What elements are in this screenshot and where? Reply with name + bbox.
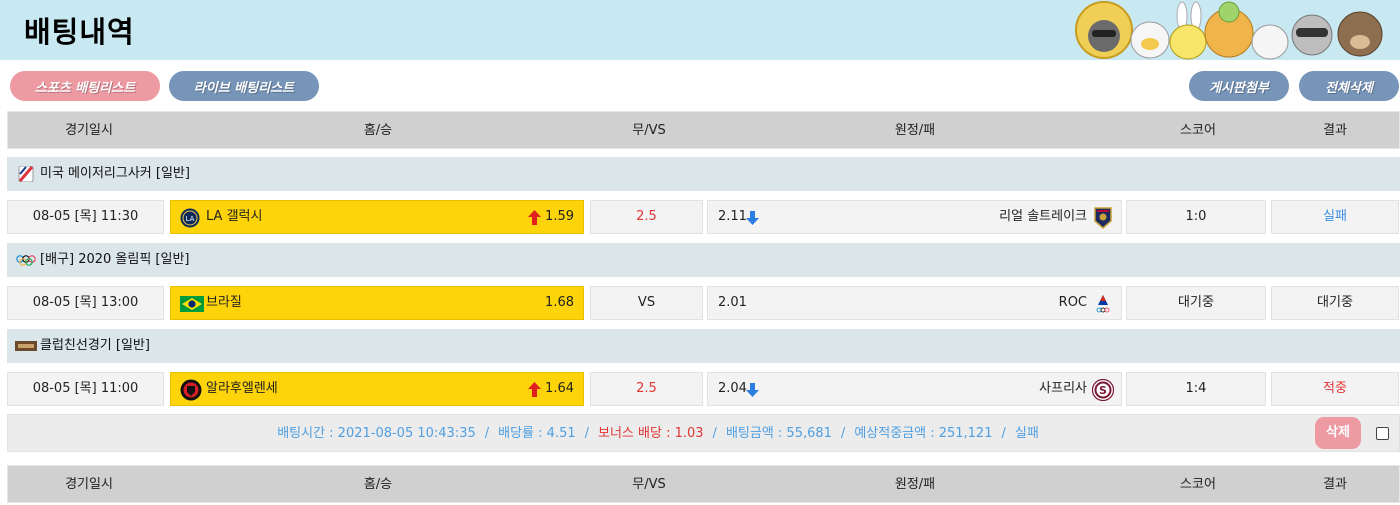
home-odds: 1.68 (545, 295, 574, 310)
table-header: 경기일시 홈/승 무/VS 원정/패 스코어 결과 (7, 111, 1400, 149)
saprissa-logo-icon: S (1092, 379, 1114, 401)
up-arrow-icon (528, 382, 541, 397)
draw-odds[interactable]: 2.5 (590, 200, 703, 234)
table-header: 경기일시 홈/승 무/VS 원정/패 스코어 결과 (7, 465, 1400, 503)
league-name: 미국 메이저리그사커 [일반] (40, 166, 190, 181)
away-odds-cell[interactable]: 2.01 ROC (707, 286, 1122, 320)
bet-amount: 배팅금액 : 55,681 (725, 426, 832, 441)
brazil-flag-icon (180, 296, 204, 312)
live-bet-list-tab[interactable]: 라이브 배팅리스트 (169, 71, 319, 101)
down-arrow-icon (746, 211, 759, 225)
column-away: 원정/패 (894, 477, 936, 492)
summary-separator: / (840, 426, 846, 441)
draw-odds[interactable]: VS (590, 286, 703, 320)
away-team-name: 리얼 솔트레이크 (999, 209, 1087, 224)
column-result: 결과 (1323, 123, 1347, 138)
column-score: 스코어 (1180, 477, 1216, 492)
away-odds: 2.04 (718, 381, 747, 396)
page-header: 배팅내역 (0, 0, 1400, 60)
bet-row: 08-05 [목] 11:00 알라후엘렌세 1.64 2.5 2.04 사프리… (7, 372, 1400, 406)
summary-separator: / (1001, 426, 1006, 441)
column-date: 경기일시 (65, 123, 113, 138)
score: 1:0 (1126, 200, 1266, 234)
bonus-odds: 보너스 배당 : 1.03 (598, 426, 704, 441)
away-team-name: 사프리사 (1039, 381, 1087, 396)
club-friendly-icon (15, 341, 37, 351)
league-name: [배구] 2020 올림픽 [일반] (40, 252, 190, 267)
draw-odds[interactable]: 2.5 (590, 372, 703, 406)
column-home: 홈/승 (363, 123, 393, 138)
mls-icon (18, 166, 34, 182)
result: 적중 (1271, 372, 1399, 406)
home-odds-cell[interactable]: LA LA 갤럭시 1.59 (170, 200, 584, 234)
column-draw: 무/VS (632, 123, 666, 138)
home-team-name: 브라질 (206, 295, 242, 310)
result: 실패 (1271, 200, 1399, 234)
olympic-rings-icon (16, 255, 36, 266)
result: 대기중 (1271, 286, 1399, 320)
away-odds: 2.11 (718, 209, 747, 224)
column-home: 홈/승 (363, 477, 393, 492)
attach-to-board-button[interactable]: 게시판첨부 (1189, 71, 1289, 101)
league-header: 클럽친선경기 [일반] (7, 329, 1400, 363)
svg-text:LA: LA (186, 215, 195, 223)
down-arrow-icon (746, 383, 759, 397)
home-team-name: LA 갤럭시 (206, 209, 263, 224)
home-odds-cell[interactable]: 브라질 1.68 (170, 286, 584, 320)
delete-button[interactable]: 삭제 (1315, 417, 1361, 449)
summary-separator: / (484, 426, 490, 441)
away-team-name: ROC (1058, 295, 1087, 310)
match-date: 08-05 [목] 11:00 (7, 372, 164, 406)
league-header: 미국 메이저리그사커 [일반] (7, 157, 1400, 191)
delete-all-button[interactable]: 전체삭제 (1299, 71, 1399, 101)
league-name: 클럽친선경기 [일반] (40, 338, 150, 353)
home-odds: 1.64 (545, 381, 574, 396)
up-arrow-icon (528, 210, 541, 225)
away-odds-cell[interactable]: 2.04 사프리사 S (707, 372, 1122, 406)
league-header: [배구] 2020 올림픽 [일반] (7, 243, 1400, 277)
home-team-name: 알라후엘렌세 (206, 381, 278, 396)
summary-separator: / (584, 426, 590, 441)
mascot-characters-icon (1075, 1, 1383, 60)
column-date: 경기일시 (65, 477, 113, 492)
bet-summary-row: 배팅시간 : 2021-08-05 10:43:35 / 배당률 : 4.51 / 보너… (7, 414, 1400, 452)
bet-row: 08-05 [목] 13:00 브라질 1.68 VS 2.01 ROC 대기중… (7, 286, 1400, 320)
summary-separator: / (712, 426, 717, 441)
match-date: 08-05 [목] 13:00 (7, 286, 164, 320)
match-date: 08-05 [목] 11:30 (7, 200, 164, 234)
svg-text:S: S (1099, 384, 1107, 397)
bet-status: 실패 (1014, 426, 1039, 441)
score: 1:4 (1126, 372, 1266, 406)
score: 대기중 (1126, 286, 1266, 320)
roc-logo-icon (1096, 295, 1110, 313)
home-odds: 1.59 (545, 209, 574, 224)
away-odds-cell[interactable]: 2.11 리얼 솔트레이크 (707, 200, 1122, 234)
real-salt-lake-logo-icon (1094, 207, 1112, 229)
bet-odds-total: 배당률 : 4.51 (498, 426, 576, 441)
away-odds: 2.01 (718, 295, 747, 310)
alajuelense-logo-icon (180, 379, 202, 401)
bet-time: 배팅시간 : 2021-08-05 10:43:35 (277, 426, 476, 441)
column-draw: 무/VS (632, 477, 666, 492)
la-galaxy-logo-icon: LA (180, 208, 200, 228)
home-odds-cell[interactable]: 알라후엘렌세 1.64 (170, 372, 584, 406)
bet-row: 08-05 [목] 11:30 LA LA 갤럭시 1.59 2.5 2.11 … (7, 200, 1400, 234)
column-away: 원정/패 (894, 123, 936, 138)
expected-win-amount: 예상적중금액 : 251,121 (854, 426, 993, 441)
column-result: 결과 (1323, 477, 1347, 492)
page-title: 배팅내역 (24, 15, 135, 49)
bet-summary: 배팅시간 : 2021-08-05 10:43:35 / 배당률 : 4.51 / 보너… (8, 415, 1308, 453)
sports-bet-list-tab[interactable]: 스포츠 배팅리스트 (10, 71, 160, 101)
column-score: 스코어 (1180, 123, 1216, 138)
select-checkbox[interactable] (1376, 427, 1389, 440)
